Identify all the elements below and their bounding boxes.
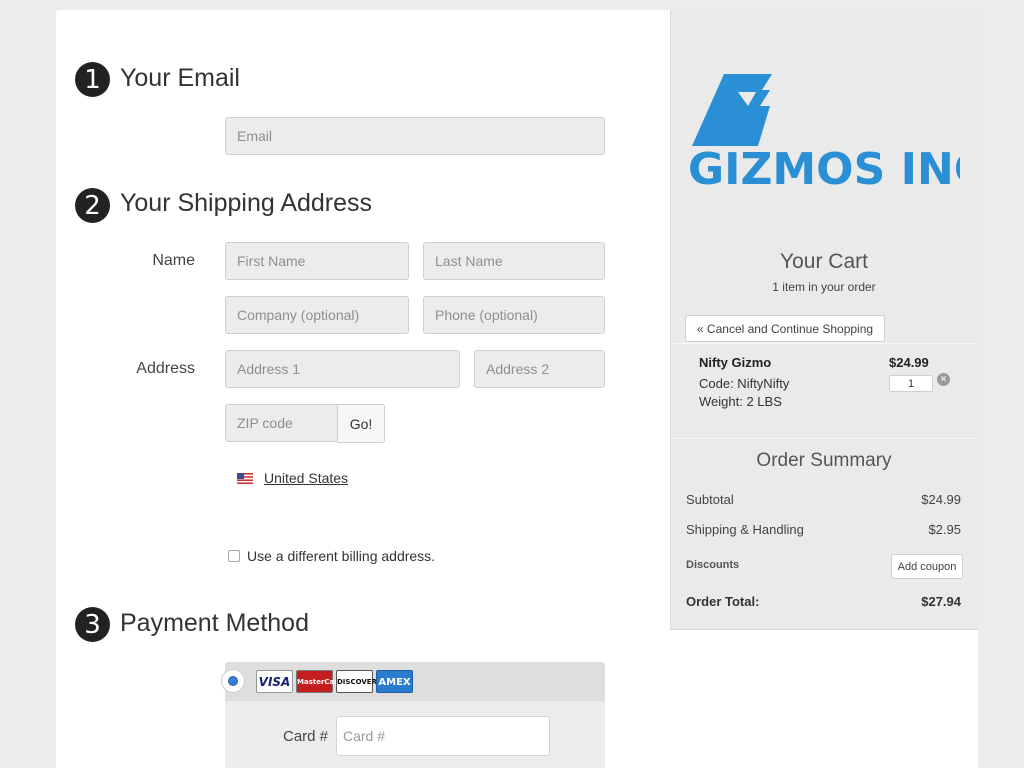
step-2-badge: 2 xyxy=(75,188,110,223)
item-weight: Weight: 2 LBS xyxy=(699,394,782,409)
zip-go-button[interactable]: Go! xyxy=(337,404,385,443)
payment-card-box: VISA MasterCard DISCOVER AMEX Card # xyxy=(221,662,605,768)
cart-title: Your Cart xyxy=(780,250,868,273)
billing-checkbox-label: Use a different billing address. xyxy=(247,548,436,564)
phone-field[interactable] xyxy=(423,296,605,334)
item-code: Code: NiftyNifty xyxy=(699,376,790,391)
discover-icon: DISCOVER xyxy=(336,670,377,693)
step-2-title: Your Shipping Address xyxy=(120,189,373,217)
mastercard-icon: MasterCard xyxy=(296,670,343,693)
billing-checkbox[interactable] xyxy=(228,550,240,562)
order-total-label: Order Total: xyxy=(686,594,760,609)
gizmos-logo: GIZMOS INC xyxy=(688,74,960,188)
country-link[interactable]: United States xyxy=(264,470,348,486)
last-name-field[interactable] xyxy=(423,242,605,280)
item-price: $24.99 xyxy=(889,355,929,370)
amex-icon: AMEX xyxy=(376,670,413,693)
shipping-label: Shipping & Handling xyxy=(686,522,804,537)
payment-options-header: VISA MasterCard DISCOVER AMEX xyxy=(221,662,605,701)
quantity-field[interactable] xyxy=(889,375,933,392)
discounts-label: Discounts xyxy=(686,559,740,571)
address-label: Address xyxy=(136,360,195,377)
brand-name: GIZMOS INC xyxy=(688,144,960,188)
subtotal-value: $24.99 xyxy=(921,492,961,507)
order-summary-title: Order Summary xyxy=(756,450,892,471)
company-field[interactable] xyxy=(225,296,409,334)
cancel-continue-shopping-button[interactable]: « Cancel and Continue Shopping xyxy=(685,315,885,342)
shipping-value: $2.95 xyxy=(928,522,961,537)
zip-field[interactable] xyxy=(225,404,338,442)
us-flag-icon xyxy=(237,473,253,484)
add-coupon-button[interactable]: Add coupon xyxy=(891,554,963,579)
order-total-value: $27.94 xyxy=(921,594,961,609)
card-number-label: Card # xyxy=(283,728,329,745)
visa-icon: VISA xyxy=(256,670,293,693)
credit-card-radio[interactable] xyxy=(221,669,245,693)
address1-field[interactable] xyxy=(225,350,460,388)
step-3-title: Payment Method xyxy=(120,609,309,637)
remove-item-icon[interactable]: × xyxy=(937,373,950,386)
step-3-badge: 3 xyxy=(75,607,110,642)
step-1-title: Your Email xyxy=(120,64,240,92)
address2-field[interactable] xyxy=(474,350,605,388)
subtotal-label: Subtotal xyxy=(686,492,734,507)
item-name: Nifty Gizmo xyxy=(699,355,772,370)
step-1-badge: 1 xyxy=(75,62,110,97)
card-number-field[interactable] xyxy=(336,716,550,756)
name-label: Name xyxy=(152,252,195,269)
email-field[interactable] xyxy=(225,117,605,155)
first-name-field[interactable] xyxy=(225,242,409,280)
cart-subtitle: 1 item in your order xyxy=(772,280,876,294)
